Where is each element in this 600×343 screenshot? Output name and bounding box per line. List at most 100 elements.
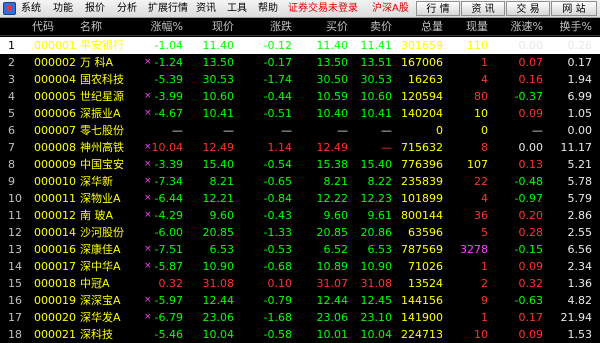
stock-name: 平安银行 (80, 39, 124, 52)
bid-price: 12.49 (316, 141, 349, 154)
change: 0.10 (267, 277, 293, 290)
table-row[interactable]: 12 000014 沙河股份 -6.00 20.85 -1.33 20.85 20.86 635… (0, 224, 600, 241)
speed-pct: 0.00 (518, 39, 544, 52)
col-turnover[interactable]: 换手% (560, 18, 592, 36)
table-row[interactable]: 9 000010 深华新 × -7.34 8.21 -0.65 8.21 8.22 235839 2… (0, 173, 600, 190)
speed-pct: -0.97 (514, 192, 543, 205)
stock-code: 000016 (34, 243, 76, 256)
total-volume: 787569 (401, 243, 443, 256)
trade-login-status[interactable]: 证券交易未登录 (288, 2, 358, 16)
total-volume: 101899 (401, 192, 443, 205)
total-volume: 800144 (401, 209, 443, 222)
current-volume: 22 (474, 175, 488, 188)
menu-extended-market[interactable]: 扩展行情 (148, 2, 188, 16)
menu-help[interactable]: 帮助 (258, 2, 278, 16)
menu-system[interactable]: 系统 (21, 2, 41, 16)
turnover-pct: 2.55 (567, 226, 593, 239)
table-row[interactable]: 18 000021 深科技 -5.46 10.04 -0.58 10.01 10.04 2247… (0, 326, 600, 343)
change-pct: -4.67 (154, 107, 183, 120)
col-speed[interactable]: 涨速% (511, 18, 543, 36)
menu-analysis[interactable]: 分析 (117, 2, 137, 16)
current-volume: 2 (481, 277, 488, 290)
total-volume: 235839 (401, 175, 443, 188)
table-row[interactable]: 6 000007 零七股份 — — — — — 0 0 — 0.00 (0, 122, 600, 139)
turnover-pct: 5.79 (567, 192, 593, 205)
news-button[interactable]: 资 讯 (461, 1, 505, 16)
table-row[interactable]: 13 000016 深康佳A × -7.51 6.53 -0.53 6.52 6.53 78756… (0, 241, 600, 258)
price: 10.60 (202, 90, 235, 103)
col-bid[interactable]: 买价 (326, 18, 348, 36)
price: 12.21 (202, 192, 235, 205)
total-volume: 167006 (401, 56, 443, 69)
stock-code: 000011 (34, 192, 76, 205)
col-name[interactable]: 名称 (80, 18, 102, 36)
table-row[interactable]: 7 000008 神州高铁 × 10.04 12.49 1.14 12.49 — 715632 8 0… (0, 139, 600, 156)
change: -0.58 (263, 328, 292, 341)
change-pct: -7.51 (154, 243, 183, 256)
table-row[interactable]: 3 000004 国农科技 -5.39 30.53 -1.74 30.50 30.53 1626… (0, 71, 600, 88)
col-price[interactable]: 现价 (212, 18, 234, 36)
turnover-pct: 5.78 (567, 175, 593, 188)
col-volume[interactable]: 总量 (421, 18, 443, 36)
change: -1.74 (263, 73, 292, 86)
ask-price: 9.61 (367, 209, 393, 222)
row-index: 1 (8, 39, 15, 52)
menu-function[interactable]: 功能 (53, 2, 73, 16)
col-change[interactable]: 涨跌 (270, 18, 292, 36)
table-row[interactable]: 11 000012 南 玻A × -4.29 9.60 -0.43 9.60 9.61 80014… (0, 207, 600, 224)
table-row[interactable]: 4 000005 世纪星源 × -3.99 10.60 -0.44 10.59 10.60 120… (0, 88, 600, 105)
turnover-pct: 0.17 (567, 56, 593, 69)
margin-mark: × (144, 244, 152, 254)
quote-button[interactable]: 行 情 (416, 1, 460, 16)
price: 8.21 (209, 175, 235, 188)
stock-code: 000001 (34, 39, 76, 52)
ask-price: 13.51 (360, 56, 393, 69)
table-row[interactable]: 14 000017 深中华A × -5.87 10.90 -0.68 10.89 10.90 71… (0, 258, 600, 275)
trade-button[interactable]: 交 易 (506, 1, 550, 16)
change-pct: -3.99 (154, 90, 183, 103)
table-row[interactable]: 15 000018 中冠A 0.32 31.08 0.10 31.07 31.08 13524 2… (0, 275, 600, 292)
price: 15.40 (202, 158, 235, 171)
col-ask[interactable]: 卖价 (370, 18, 392, 36)
change: -0.54 (263, 158, 292, 171)
speed-pct: -0.15 (514, 243, 543, 256)
change: -0.17 (263, 56, 292, 69)
change-pct: 0.32 (158, 277, 184, 290)
stock-name: 深振业A (80, 107, 121, 120)
row-index: 15 (8, 277, 22, 290)
table-row[interactable]: 10 000011 深物业A × -6.44 12.21 -0.84 12.22 12.23 10… (0, 190, 600, 207)
total-volume: 301659 (401, 39, 443, 52)
ask-price: 23.10 (360, 311, 393, 324)
change-pct: -5.87 (154, 260, 183, 273)
stock-code: 000004 (34, 73, 76, 86)
price: 20.85 (202, 226, 235, 239)
current-volume: 4 (481, 73, 488, 86)
margin-mark: × (144, 210, 152, 220)
stock-code: 000017 (34, 260, 76, 273)
bid-price: 15.38 (316, 158, 349, 171)
menu-news[interactable]: 资讯 (196, 2, 216, 16)
current-volume: 5 (481, 226, 488, 239)
table-row[interactable]: 5 000006 深振业A × -4.67 10.41 -0.51 10.40 10.41 140… (0, 105, 600, 122)
col-current-volume[interactable]: 现量 (466, 18, 488, 36)
bid-price: 8.21 (323, 175, 349, 188)
website-button[interactable]: 网 站 (551, 1, 597, 16)
menu-tools[interactable]: 工具 (227, 2, 247, 16)
table-row[interactable]: 8 000009 中国宝安 × -3.39 15.40 -0.54 15.38 15.40 776… (0, 156, 600, 173)
margin-mark: × (144, 159, 152, 169)
col-change-pct[interactable]: 涨幅% (151, 18, 183, 36)
col-code[interactable]: 代码 (32, 18, 54, 36)
total-volume: 71026 (408, 260, 443, 273)
table-row[interactable]: 17 000020 深华发A × -6.79 23.06 -1.68 23.06 23.10 14… (0, 309, 600, 326)
turnover-pct: 0.00 (567, 124, 593, 137)
table-row[interactable]: 2 000002 万 科A × -1.24 13.50 -0.17 13.50 13.51 167… (0, 54, 600, 71)
menu-quote[interactable]: 报价 (85, 2, 105, 16)
speed-pct: 0.09 (518, 260, 544, 273)
table-row[interactable]: 1 000001 平安银行 -1.04 11.40 -0.12 11.40 11.41 3016… (0, 37, 600, 54)
stock-code: 000019 (34, 294, 76, 307)
menu-bar: 系统 功能 报价 分析 扩展行情 资讯 工具 帮助 证券交易未登录 沪深A股 行… (0, 0, 600, 18)
table-row[interactable]: 16 000019 深深宝A × -5.97 12.44 -0.79 12.44 12.45 14… (0, 292, 600, 309)
stock-name: 深华发A (80, 311, 121, 324)
turnover-pct: 1.36 (567, 277, 593, 290)
stock-name: 世纪星源 (80, 90, 124, 103)
